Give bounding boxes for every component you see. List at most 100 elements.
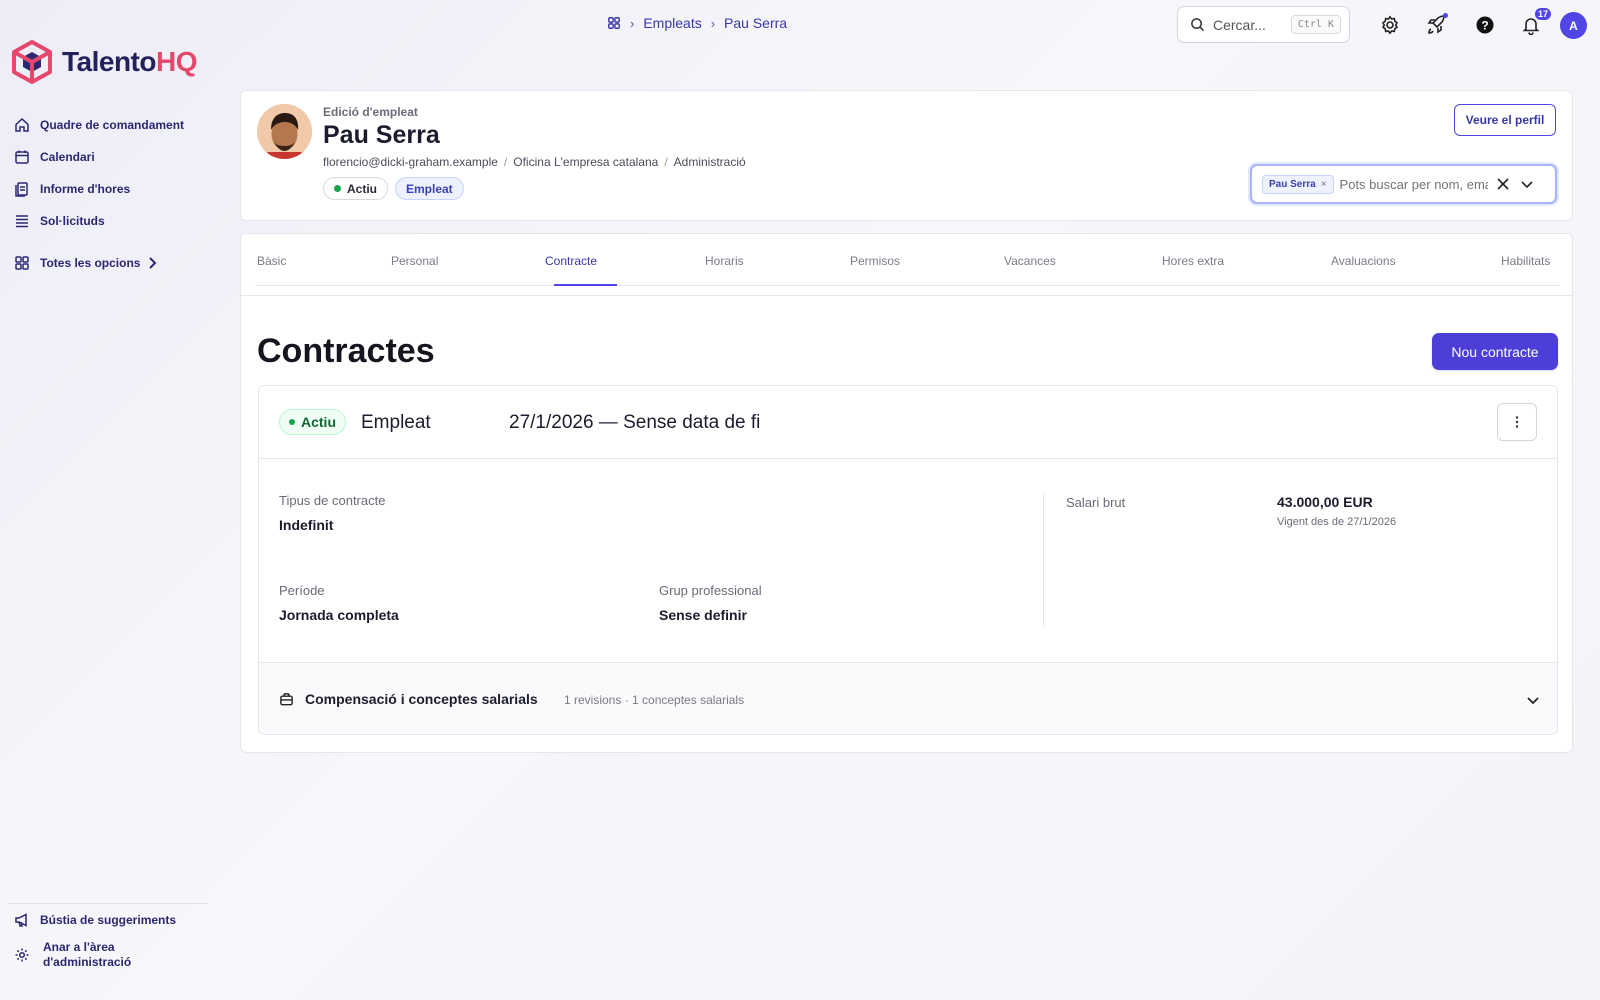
- compensation-title: Compensació i conceptes salarials: [305, 691, 538, 707]
- selected-employee-tag[interactable]: Pau Serra ×: [1262, 174, 1334, 194]
- list-icon: [16, 215, 28, 228]
- tab-schedules[interactable]: Horaris: [705, 254, 744, 268]
- tab-evaluations[interactable]: Avaluacions: [1331, 254, 1396, 268]
- cube-logo-icon: [12, 40, 52, 84]
- professional-group-value: Sense definir: [659, 607, 747, 623]
- employee-department: Administració: [673, 155, 746, 169]
- salary-effective-date: Vigent des de 27/1/2026: [1277, 516, 1397, 528]
- employee-photo-icon: [257, 104, 312, 159]
- gross-salary-value: 43.000,00 EUR: [1277, 494, 1373, 510]
- home-icon: [15, 117, 29, 132]
- professional-group-label: Grup professional: [659, 583, 762, 598]
- app-logo[interactable]: TalentoHQ: [12, 40, 197, 84]
- status-label: Actiu: [347, 181, 377, 196]
- page-eyebrow: Edició d'empleat: [323, 105, 418, 119]
- notifications-button[interactable]: 17: [1519, 8, 1551, 37]
- tab-basic[interactable]: Bàsic: [257, 254, 286, 268]
- contract-status-badge: Actiu: [279, 409, 346, 435]
- sidebar-item-label: Totes les opcions: [40, 256, 141, 270]
- contract-menu-button[interactable]: [1497, 403, 1537, 441]
- sidebar-item-label: Quadre de comandament: [40, 118, 185, 132]
- search-icon: [1191, 18, 1205, 32]
- contract-dates: 27/1/2026 — Sense data de fi: [509, 412, 761, 433]
- sidebar-item-admin-area[interactable]: Anar a l'àrea d'administració: [14, 940, 210, 970]
- breadcrumb-separator-icon: ›: [710, 15, 716, 31]
- tab-personal[interactable]: Personal: [391, 254, 438, 268]
- breadcrumb-current[interactable]: Pau Serra: [724, 15, 787, 31]
- gear-icon: [1381, 15, 1399, 35]
- status-badge: Actiu: [323, 177, 388, 200]
- breadcrumb-employees[interactable]: Empleats: [643, 15, 701, 31]
- employee-selector[interactable]: Pau Serra ×: [1250, 164, 1557, 204]
- contract-role: Empleat: [361, 412, 431, 433]
- grid-icon: [15, 256, 29, 270]
- meta-separator: /: [664, 155, 668, 169]
- chevron-down-icon: [1527, 697, 1539, 705]
- notifications-count: 17: [1534, 8, 1551, 20]
- contract-status-label: Actiu: [301, 414, 336, 430]
- global-search[interactable]: Cercar... Ctrl K: [1177, 6, 1350, 43]
- employee-email: florencio@dicki-graham.example: [323, 155, 498, 169]
- sidebar-item-requests[interactable]: Sol·licituds: [14, 205, 204, 237]
- chevron-down-icon: [1520, 181, 1533, 189]
- contract-card: Actiu Empleat 27/1/2026 — Sense data de …: [258, 385, 1558, 735]
- open-dropdown-button[interactable]: [1518, 175, 1536, 193]
- sidebar-item-all-options[interactable]: Totes les opcions: [14, 247, 204, 279]
- new-contract-button[interactable]: Nou contracte: [1432, 333, 1558, 370]
- status-dot-icon: [334, 185, 341, 192]
- sidebar-item-label: Anar a l'àrea d'administració: [43, 940, 132, 969]
- sidebar-nav: Quadre de comandament Calendari Informe …: [14, 109, 204, 279]
- section-title: Contractes: [257, 332, 435, 370]
- tab-leaves[interactable]: Permisos: [850, 254, 900, 268]
- selected-employee-label: Pau Serra: [1269, 178, 1316, 190]
- sidebar-item-label: Sol·licituds: [40, 214, 105, 228]
- employee-avatar: [257, 104, 312, 159]
- svg-text:?: ?: [1481, 19, 1488, 33]
- employee-chips: Actiu Empleat: [323, 177, 464, 200]
- view-profile-button[interactable]: Veure el perfil: [1454, 104, 1556, 136]
- search-placeholder: Cercar...: [1213, 16, 1266, 33]
- contract-header: Actiu Empleat 27/1/2026 — Sense data de …: [259, 386, 1557, 459]
- tabs-divider: [241, 295, 1574, 296]
- sidebar-item-calendar[interactable]: Calendari: [14, 141, 204, 173]
- briefcase-icon: [280, 693, 293, 706]
- user-avatar[interactable]: A: [1560, 12, 1587, 39]
- compensation-accordion[interactable]: Compensació i conceptes salarials 1 revi…: [259, 662, 1557, 734]
- logo-accent: HQ: [155, 46, 198, 77]
- sidebar-item-hours-report[interactable]: Informe d'hores: [14, 173, 204, 205]
- sidebar-item-suggestions[interactable]: Bústia de suggeriments: [14, 904, 210, 936]
- onboarding-dot: [1443, 13, 1448, 18]
- sidebar-bottom: Bústia de suggeriments Anar a l'àrea d'a…: [14, 904, 210, 970]
- chevron-right-icon: [149, 257, 157, 269]
- details-divider: [1043, 494, 1044, 627]
- contract-type-label: Tipus de contracte: [279, 493, 386, 508]
- tab-vacations[interactable]: Vacances: [1004, 254, 1056, 268]
- contract-type-value: Indefinit: [279, 517, 334, 533]
- apps-grid-icon[interactable]: [607, 16, 621, 30]
- gear-icon: [15, 948, 29, 962]
- onboarding-button[interactable]: [1424, 13, 1448, 37]
- tab-skills[interactable]: Habilitats: [1501, 254, 1550, 268]
- tab-contract[interactable]: Contracte: [545, 254, 597, 268]
- active-tab-indicator: [554, 284, 617, 286]
- period-label: Període: [279, 583, 325, 598]
- clear-selection-button[interactable]: [1494, 175, 1512, 193]
- employee-search-input[interactable]: [1339, 176, 1488, 192]
- settings-button[interactable]: [1378, 13, 1402, 37]
- close-icon: [1496, 178, 1509, 190]
- tab-overtime[interactable]: Hores extra: [1162, 254, 1224, 268]
- employee-office: Oficina L'empresa catalana: [513, 155, 659, 169]
- employee-edit-card: Bàsic Personal Contracte Horaris Permiso…: [240, 233, 1574, 753]
- sidebar: TalentoHQ Quadre de comandament Calendar…: [0, 0, 216, 1000]
- sidebar-item-dashboard[interactable]: Quadre de comandament: [14, 109, 204, 141]
- employee-meta: florencio@dicki-graham.example / Oficina…: [323, 155, 746, 169]
- help-button[interactable]: ?: [1473, 13, 1497, 37]
- status-dot-icon: [289, 419, 295, 425]
- app-logo-text: TalentoHQ: [62, 46, 197, 78]
- remove-tag-icon[interactable]: ×: [1321, 179, 1327, 190]
- role-badge: Empleat: [395, 177, 464, 200]
- logo-main: Talento: [62, 46, 156, 77]
- meta-separator: /: [503, 155, 508, 169]
- breadcrumb-separator-icon: ›: [630, 15, 635, 31]
- employee-name: Pau Serra: [323, 121, 440, 149]
